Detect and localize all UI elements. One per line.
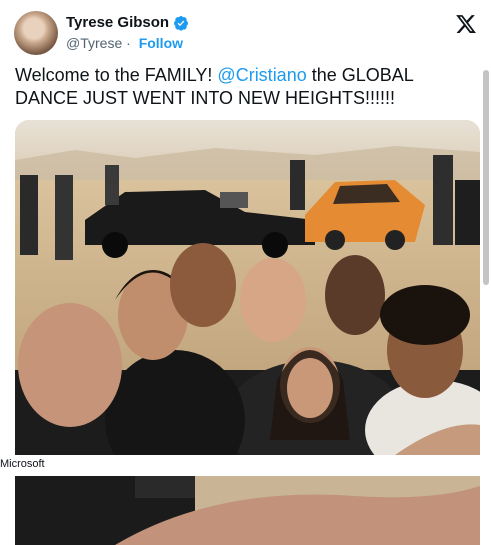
second-image[interactable]: [15, 476, 480, 545]
author-avatar[interactable]: [14, 11, 58, 55]
group-selfie-photo: [15, 120, 480, 455]
image-caption: Microsoft: [0, 458, 45, 470]
mention-link[interactable]: @Cristiano: [217, 65, 306, 85]
x-logo-icon[interactable]: [455, 13, 477, 35]
author-handle[interactable]: @Tyrese: [66, 35, 122, 51]
post-card: Tyrese Gibson @Tyrese · Follow Welcome t…: [0, 0, 491, 545]
author-name[interactable]: Tyrese Gibson: [66, 14, 169, 31]
handle-row: @Tyrese · Follow: [66, 35, 189, 51]
post-text-start: Welcome to the FAMILY!: [15, 65, 218, 85]
verified-badge-icon: [174, 15, 189, 31]
author-block: Tyrese Gibson @Tyrese · Follow: [66, 14, 189, 51]
post-image[interactable]: [15, 120, 480, 455]
scrollbar[interactable]: [483, 70, 489, 285]
name-row: Tyrese Gibson: [66, 14, 189, 31]
second-photo: [15, 476, 480, 545]
separator-dot: ·: [126, 35, 131, 51]
follow-button[interactable]: Follow: [139, 35, 183, 51]
post-text: Welcome to the FAMILY! @Cristiano the GL…: [15, 64, 475, 110]
